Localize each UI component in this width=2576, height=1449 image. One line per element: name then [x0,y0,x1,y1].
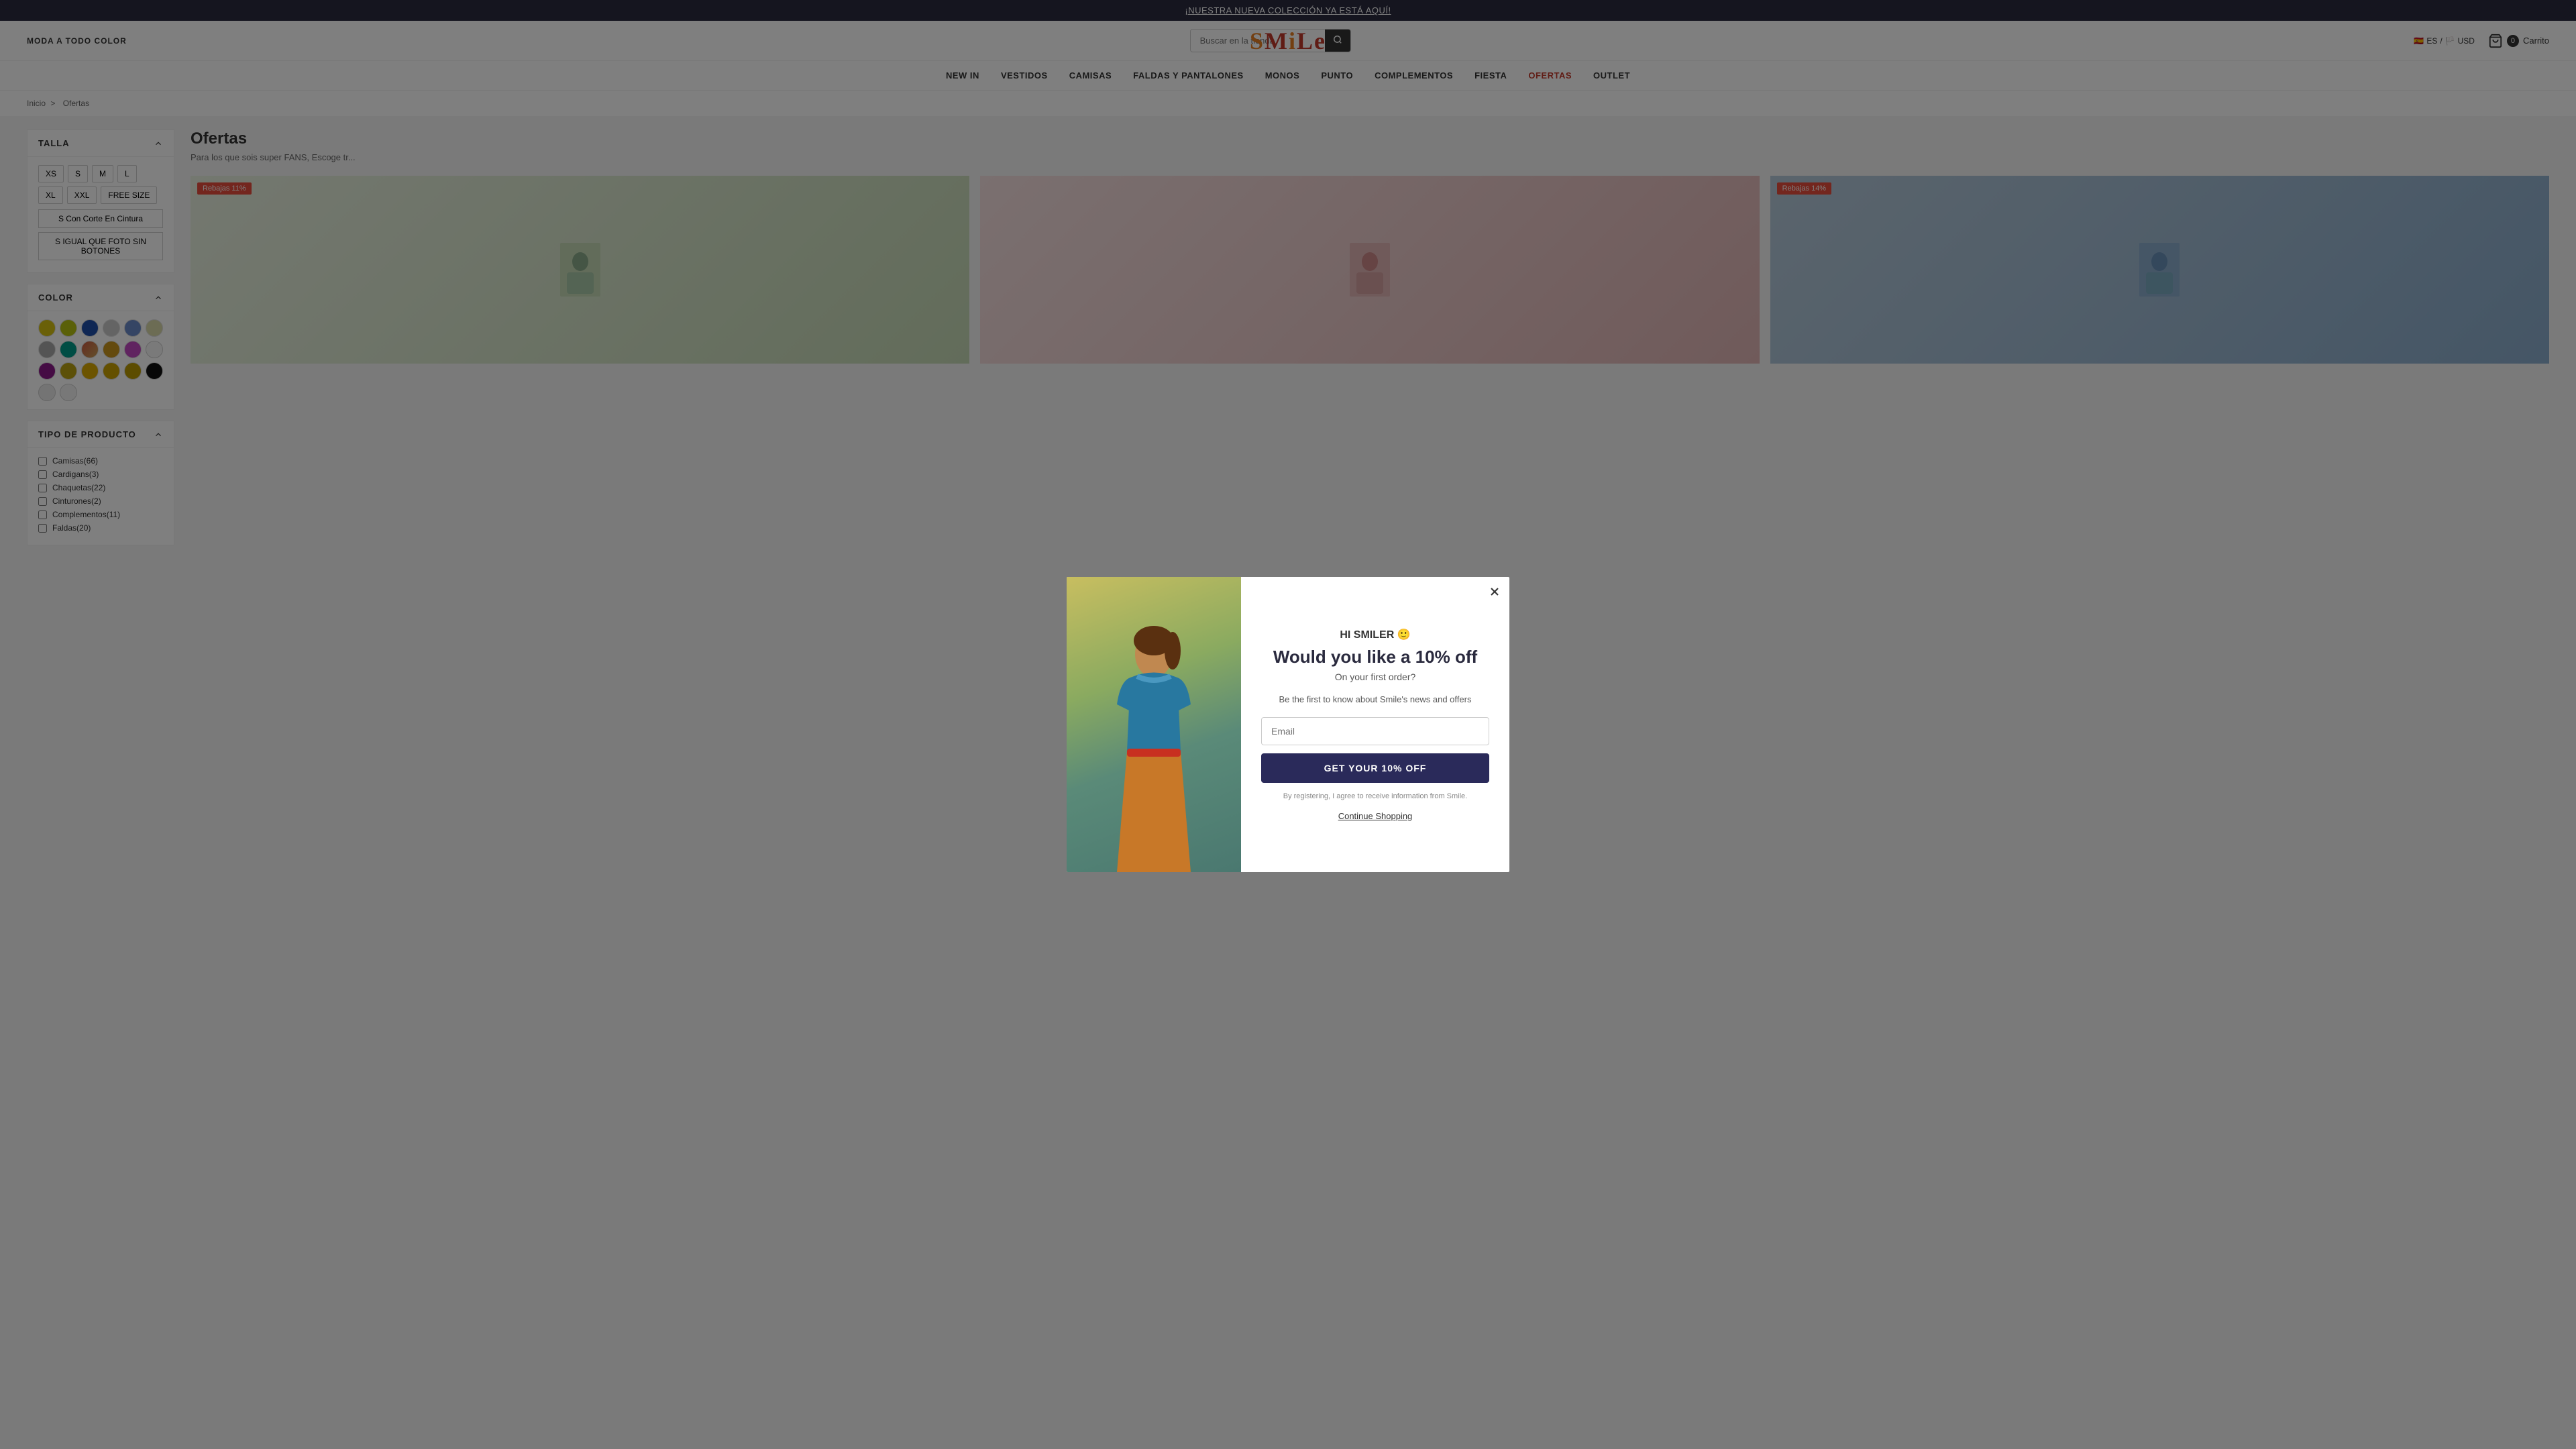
modal-subheadline: On your first order? [1335,672,1416,682]
modal-close-button[interactable] [1488,585,1501,601]
get-discount-button[interactable]: GET YOUR 10% OFF [1261,753,1489,783]
modal-image-side [1067,577,1241,872]
modal-description: Be the first to know about Smile's news … [1279,693,1472,706]
modal-disclaimer: By registering, I agree to receive infor… [1283,791,1468,802]
continue-shopping-button[interactable]: Continue Shopping [1338,811,1413,821]
email-input[interactable] [1261,717,1489,745]
modal-backdrop[interactable]: HI SMILER 🙂 Would you like a 10% off On … [0,0,2576,1449]
modal-headline: Would you like a 10% off [1273,647,1477,667]
close-icon [1488,585,1501,598]
modal-container: HI SMILER 🙂 Would you like a 10% off On … [1067,577,1509,872]
modal-content: HI SMILER 🙂 Would you like a 10% off On … [1241,577,1509,872]
modal-greeting: HI SMILER 🙂 [1340,628,1410,641]
